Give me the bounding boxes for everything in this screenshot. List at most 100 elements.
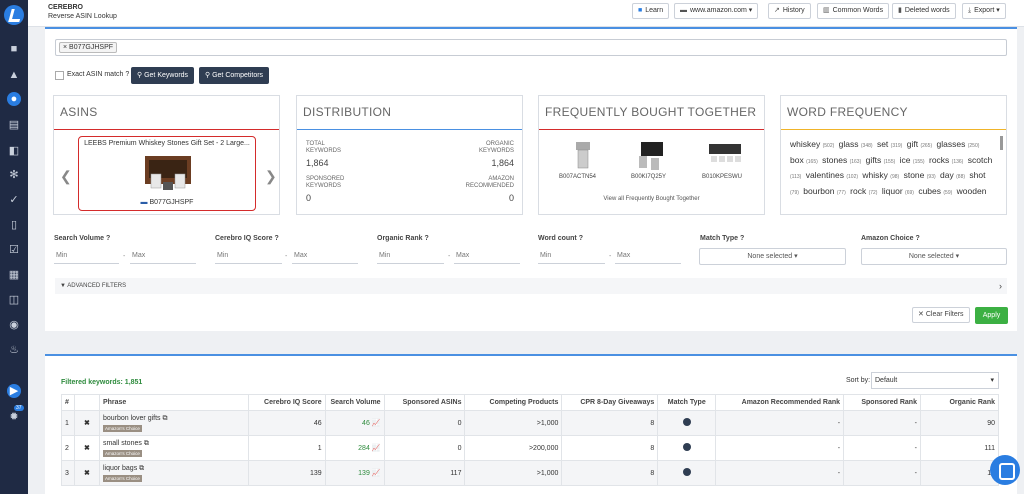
word-frequency-item[interactable]: whisky (98) — [862, 170, 901, 180]
external-link-icon[interactable]: ⧉ — [139, 465, 144, 472]
organic-rank-max[interactable]: Max — [454, 248, 520, 264]
tasks-icon[interactable]: ☑ — [7, 243, 21, 257]
exact-match-checkbox[interactable] — [55, 71, 64, 80]
dashboard-icon[interactable]: ■ — [7, 42, 21, 56]
word-frequency-item[interactable]: ice (155) — [900, 155, 927, 165]
word-frequency-item[interactable]: liquor (69) — [882, 186, 916, 196]
trend-chart-icon[interactable]: 📈 — [372, 445, 381, 452]
word-frequency-item[interactable]: bourbon (77) — [803, 186, 847, 196]
col-competing-products[interactable]: Competing Products — [464, 394, 563, 411]
col-cpr-giveaways[interactable]: CPR 8-Day Giveaways — [561, 394, 659, 411]
play-icon[interactable]: ▶ — [7, 384, 21, 398]
history-button[interactable]: ↗ History — [768, 3, 811, 19]
settings-icon[interactable]: ✹ — [7, 410, 21, 424]
col-sponsored-rank[interactable]: Sponsored Rank — [843, 394, 921, 411]
app-subtitle: Reverse ASIN Lookup — [48, 13, 117, 20]
app-logo[interactable] — [4, 5, 24, 25]
cerebro-iq-min[interactable]: Min — [215, 248, 282, 264]
apply-button[interactable]: Apply — [975, 307, 1008, 324]
fbt-product-image-1[interactable] — [563, 140, 603, 172]
learn-button[interactable]: ■ Learn — [632, 3, 670, 19]
box-icon[interactable]: ◫ — [7, 293, 21, 307]
fbt-asin-3[interactable]: B010KPESWU — [702, 174, 742, 180]
fbt-product-image-3[interactable] — [705, 140, 745, 172]
col-number[interactable]: # — [61, 394, 75, 411]
check-icon[interactable]: ✓ — [7, 193, 21, 207]
word-frequency-item[interactable]: glasses (250) — [937, 139, 982, 149]
word-frequency-item[interactable]: glass (348) — [839, 139, 875, 149]
advanced-filters-toggle[interactable]: ▼ ADVANCED FILTERS › — [55, 278, 1007, 294]
word-count-min[interactable]: Min — [538, 248, 605, 264]
trend-chart-icon[interactable]: 📈 — [372, 470, 381, 477]
external-link-icon[interactable]: ⧉ — [144, 440, 149, 447]
remove-icon[interactable]: ✖ — [84, 470, 90, 477]
word-frequency-item[interactable]: rock (72) — [850, 186, 879, 196]
asin-product-card[interactable]: LEEBS Premium Whiskey Stones Gift Set - … — [78, 136, 256, 211]
word-frequency-item[interactable]: gift (265) — [907, 139, 934, 149]
remove-icon[interactable]: ✖ — [84, 420, 90, 427]
phrase-text[interactable]: bourbon lover gifts — [103, 415, 161, 422]
alert-icon[interactable]: ◉ — [7, 318, 21, 332]
inventory-icon[interactable]: ▦ — [7, 268, 21, 282]
sort-by-select[interactable]: Default ▾ — [871, 372, 999, 389]
research-icon[interactable]: ● — [7, 92, 21, 106]
view-all-fbt-link[interactable]: View all Frequently Bought Together — [539, 196, 764, 202]
word-frequency-scrollbar[interactable] — [1000, 136, 1003, 150]
chevron-right-icon[interactable]: ❯ — [265, 168, 277, 185]
analytics-icon[interactable]: ▤ — [7, 118, 21, 132]
word-frequency-item[interactable]: stones (163) — [822, 155, 863, 165]
amazon-choice-select[interactable]: None selected ▾ — [861, 248, 1007, 265]
word-frequency-item[interactable]: cubes (59) — [918, 186, 954, 196]
word-frequency-item[interactable]: box (165) — [790, 155, 820, 165]
tools-icon[interactable]: ✻ — [7, 168, 21, 182]
col-search-volume[interactable]: Search Volume — [324, 394, 385, 411]
document-icon[interactable]: ▯ — [7, 218, 21, 232]
word-frequency-item[interactable]: gifts (155) — [866, 155, 898, 165]
phrase-text[interactable]: small stones — [103, 440, 142, 447]
word-frequency-item[interactable]: set (319) — [877, 139, 904, 149]
keyword-icon[interactable]: ◧ — [7, 144, 21, 158]
table-row[interactable]: 2 ✖ small stones ⧉ Amazon's Choice 1 284 📈 0 >20… — [61, 435, 1000, 461]
match-type-select[interactable]: None selected ▾ — [699, 248, 846, 265]
trend-chart-icon[interactable]: 📈 — [372, 420, 381, 427]
get-competitors-button[interactable]: ⚲ Get Competitors — [199, 67, 270, 84]
word-frequency-item[interactable]: whiskey (502) — [790, 139, 836, 149]
remove-icon[interactable]: ✖ — [84, 445, 90, 452]
chevron-left-icon[interactable]: ❮ — [60, 168, 72, 185]
common-words-button[interactable]: ▥ Common Words — [817, 3, 890, 19]
asin-tag[interactable]: × B077GJHSPF — [59, 42, 118, 53]
clear-filters-button[interactable]: ✕ Clear Filters — [912, 307, 970, 323]
word-frequency-item[interactable]: stone (93) — [904, 170, 938, 180]
word-count-text: Word count — [538, 235, 577, 242]
marketplace-dropdown[interactable]: ▬ www.amazon.com ▾ — [674, 3, 759, 19]
chat-button[interactable] — [990, 455, 1020, 485]
search-volume-min[interactable]: Min — [54, 248, 119, 264]
phrase-text[interactable]: liquor bags — [103, 465, 137, 472]
col-phrase[interactable]: Phrase — [98, 394, 249, 411]
help-icon: ? — [274, 235, 279, 242]
col-amazon-rank[interactable]: Amazon Recommended Rank — [715, 394, 845, 411]
chart-icon[interactable]: ▲ — [7, 68, 21, 82]
fbt-asin-1[interactable]: B007ACTN54 — [559, 174, 596, 180]
table-row[interactable]: 1 ✖ bourbon lover gifts ⧉ Amazon's Choice 46… — [61, 410, 1000, 436]
col-sponsored-asins[interactable]: Sponsored ASINs — [383, 394, 466, 411]
lamp-icon[interactable]: ♨ — [7, 343, 21, 357]
table-row[interactable]: 3 ✖ liquor bags ⧉ Amazon's Choice 139 139 📈 117… — [61, 460, 1000, 486]
col-cerebro-iq[interactable]: Cerebro IQ Score — [247, 394, 326, 411]
word-frequency-item[interactable]: rocks (136) — [929, 155, 965, 165]
get-keywords-button[interactable]: ⚲ Get Keywords — [131, 67, 195, 84]
fbt-asin-2[interactable]: B00KI7Q25Y — [631, 174, 666, 180]
cerebro-iq-max[interactable]: Max — [292, 248, 358, 264]
word-frequency-item[interactable]: day (88) — [940, 170, 967, 180]
col-match-type[interactable]: Match Type — [657, 394, 717, 411]
export-button[interactable]: ⤓ Export ▾ — [962, 3, 1006, 19]
fbt-product-image-2[interactable] — [633, 140, 673, 172]
organic-rank-min[interactable]: Min — [377, 248, 444, 264]
word-count-max[interactable]: Max — [615, 248, 681, 264]
external-link-icon[interactable]: ⧉ — [163, 415, 168, 422]
asin-search-input[interactable]: × B077GJHSPF — [55, 39, 1007, 56]
deleted-words-button[interactable]: ▮ Deleted words — [892, 3, 956, 19]
word-frequency-item[interactable]: valentines (102) — [806, 170, 860, 180]
col-organic-rank[interactable]: Organic Rank — [919, 394, 1000, 411]
search-volume-max[interactable]: Max — [130, 248, 196, 264]
